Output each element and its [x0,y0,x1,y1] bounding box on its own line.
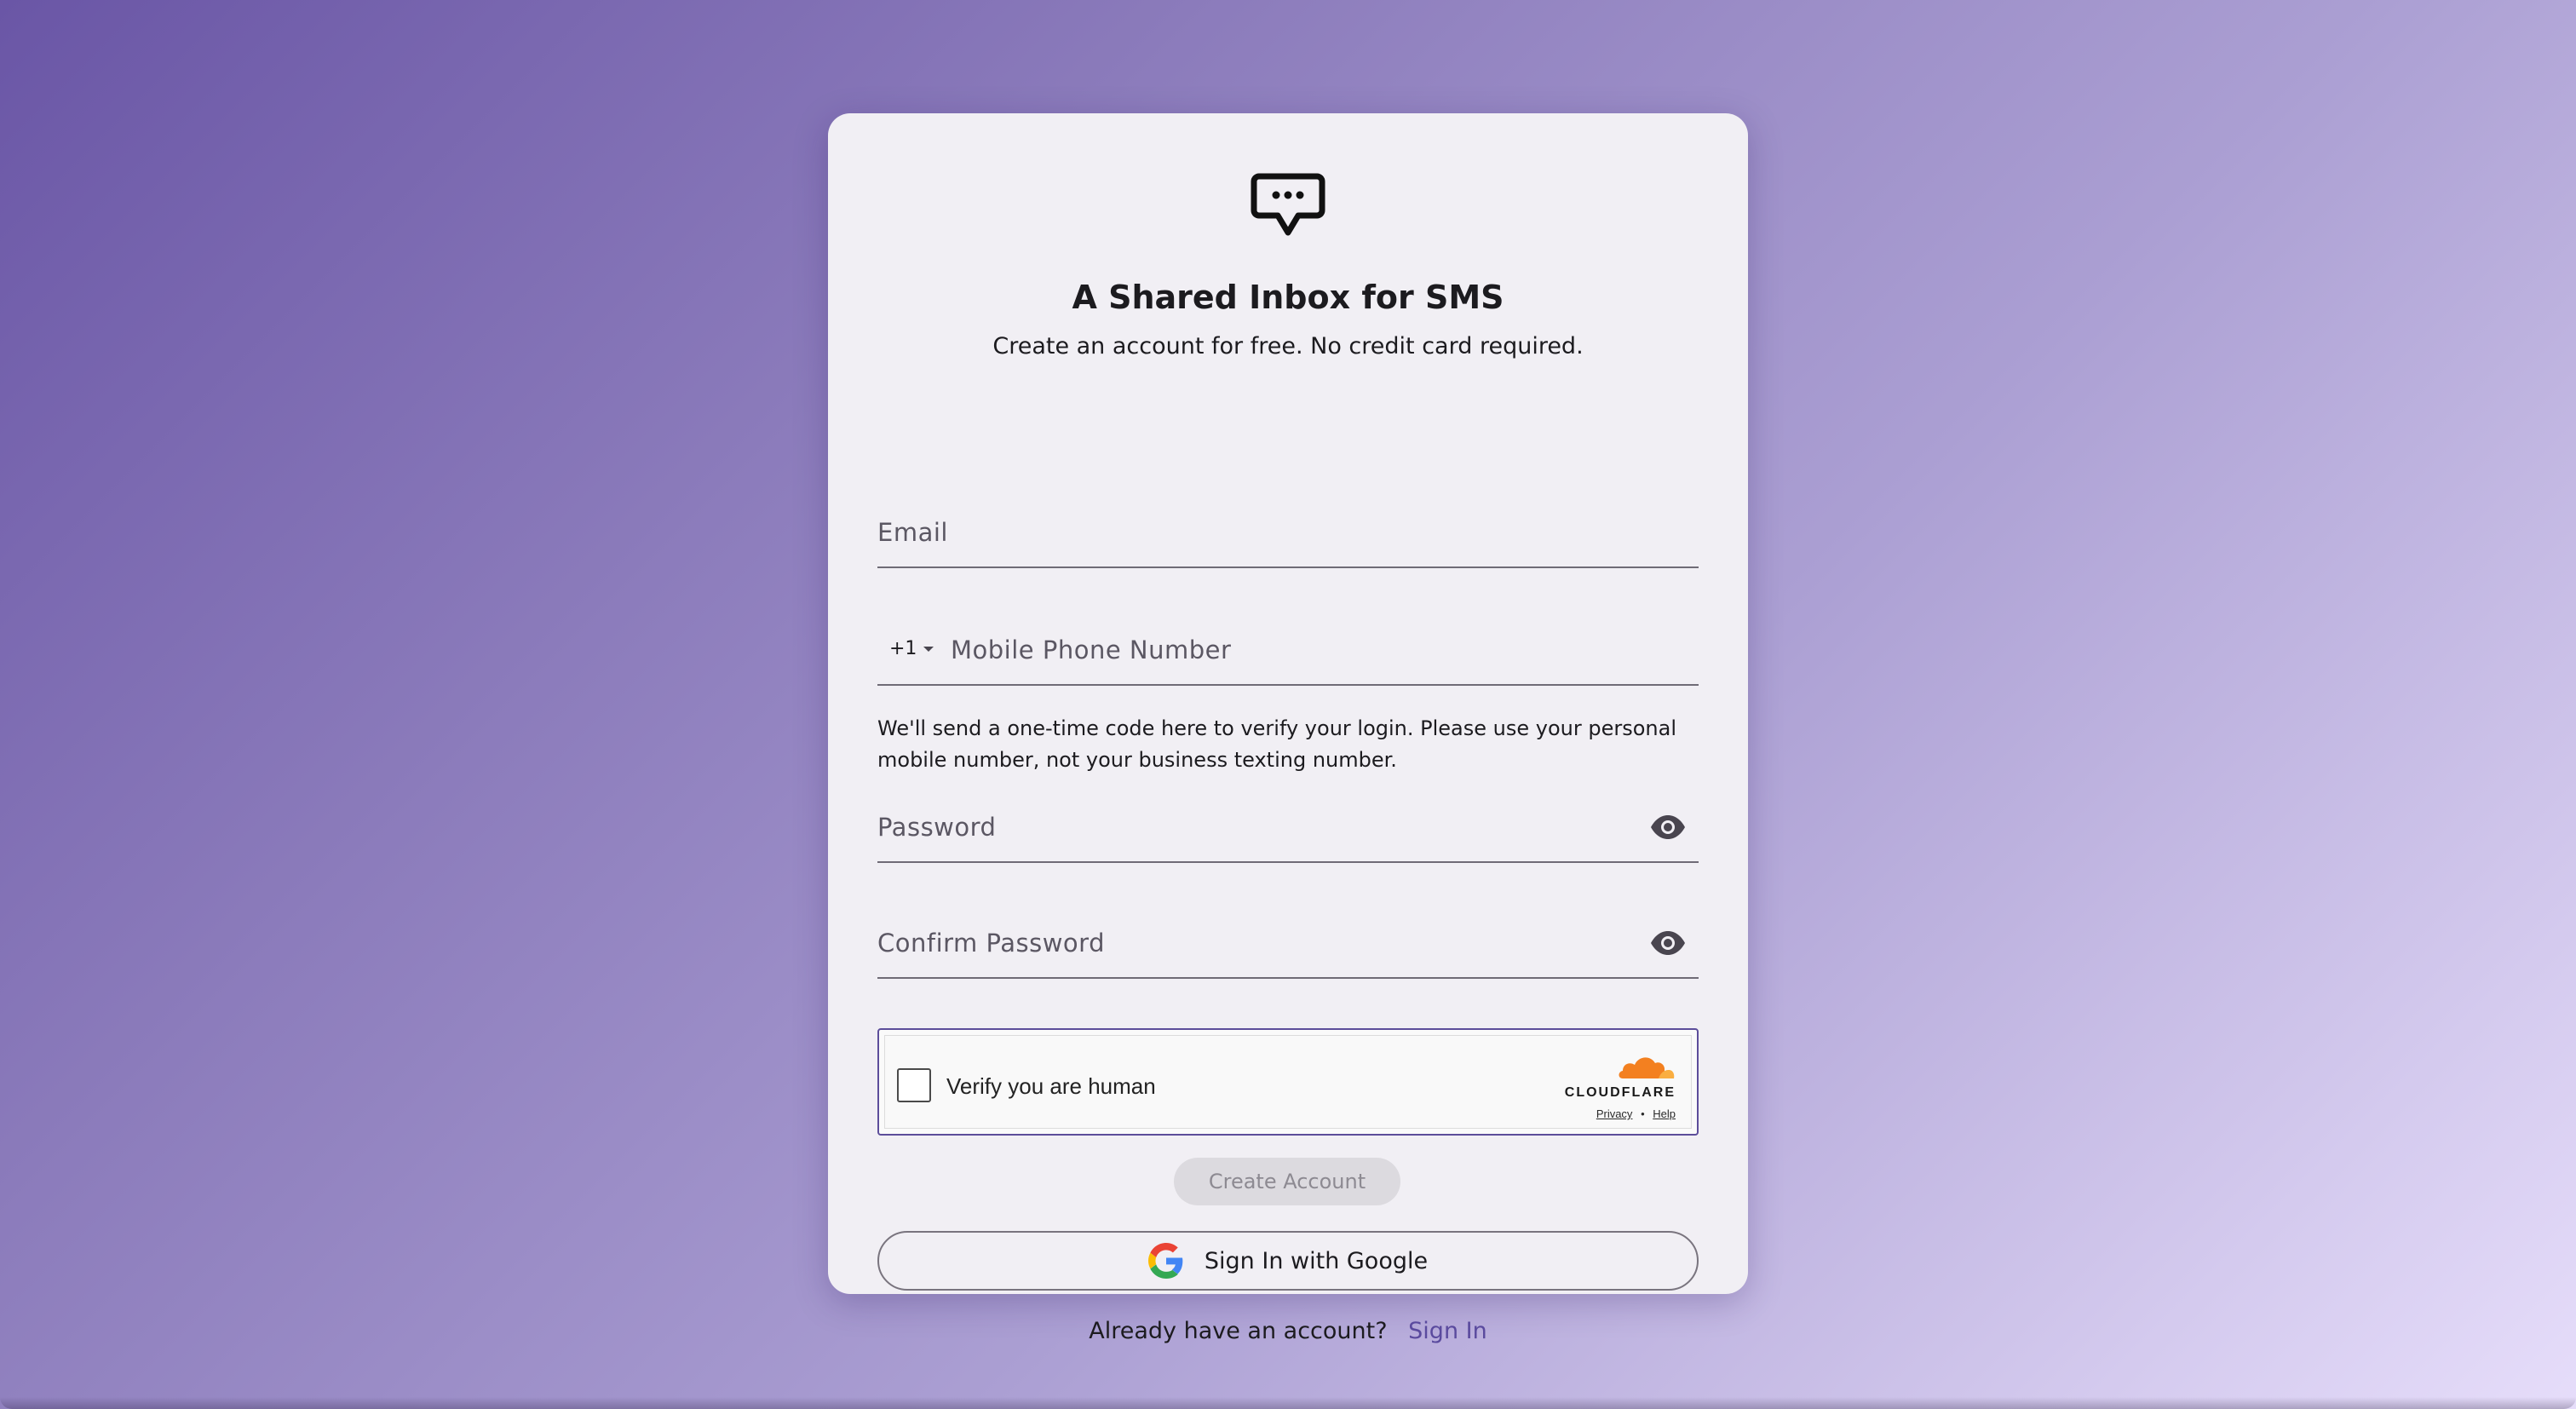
confirm-password-field [877,911,1699,979]
captcha-checkbox[interactable] [897,1068,931,1102]
create-account-button[interactable]: Create Account [1174,1158,1400,1205]
country-code-select[interactable]: +1 [889,638,934,659]
cloudflare-links: Privacy • Help [1596,1107,1676,1120]
google-icon [1147,1243,1183,1279]
captcha-label: Verify you are human [946,1073,1156,1099]
phone-input[interactable] [951,631,1683,669]
captcha-inner: Verify you are human CLOUDFLARE Privacy … [884,1035,1692,1129]
page-title: A Shared Inbox for SMS [1072,279,1504,316]
privacy-link[interactable]: Privacy [1596,1107,1633,1120]
eye-icon[interactable] [1649,814,1687,841]
confirm-password-input[interactable] [877,924,1627,962]
email-input[interactable] [877,514,1699,551]
captcha-widget: Verify you are human CLOUDFLARE Privacy … [877,1028,1699,1136]
eye-icon[interactable] [1649,929,1687,957]
email-field [877,502,1699,568]
sign-in-link[interactable]: Sign In [1408,1318,1487,1344]
phone-field: +1 [877,618,1699,686]
phone-helper-text: We'll send a one-time code here to verif… [877,716,1676,772]
page-subtitle: Create an account for free. No credit ca… [992,333,1584,359]
chevron-down-icon [923,646,934,652]
cloudflare-logo: CLOUDFLARE Privacy • Help [1561,1051,1681,1128]
google-signin-label: Sign In with Google [1204,1247,1429,1274]
link-separator: • [1641,1107,1645,1120]
cloudflare-brand-text: CLOUDFLARE [1564,1085,1676,1100]
already-have-account-text: Already have an account? [1089,1318,1388,1344]
signup-card: A Shared Inbox for SMS Create an account… [828,113,1748,1344]
help-link[interactable]: Help [1653,1107,1676,1120]
password-input[interactable] [877,808,1627,846]
chat-bubble-ellipsis-icon [1251,173,1325,236]
google-signin-button[interactable]: Sign In with Google [877,1231,1699,1291]
signin-prompt: Already have an account? Sign In [828,1318,1748,1344]
cloudflare-cloud-icon [1619,1057,1675,1078]
window-bottom-edge [0,1397,2576,1409]
password-field [877,795,1699,863]
country-code-value: +1 [889,638,917,659]
